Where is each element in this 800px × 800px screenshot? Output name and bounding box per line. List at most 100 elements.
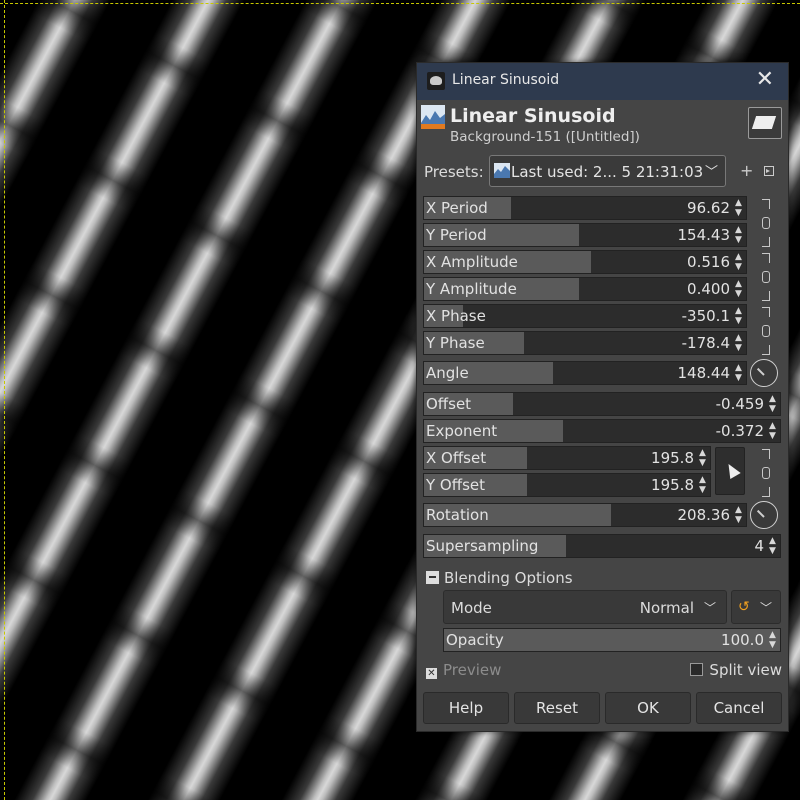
y-phase-value: -178.4	[681, 334, 730, 352]
spin-arrows-icon[interactable]: ▲ ▼	[697, 448, 708, 468]
blending-options-toggle[interactable]: Blending Options	[426, 569, 573, 587]
checkbox-unchecked-icon	[690, 663, 704, 676]
x-phase-spin[interactable]: X Phase -350.1 ▲ ▼	[423, 304, 747, 328]
help-button[interactable]: Help	[423, 692, 509, 724]
angle-label: Angle	[426, 364, 469, 382]
rotation-spin[interactable]: Rotation 208.36 ▲ ▼	[423, 503, 747, 527]
preview-checkbox[interactable]: ✕ Preview	[426, 661, 501, 679]
angle-dial-icon[interactable]	[750, 359, 778, 387]
spin-arrows-icon[interactable]: ▲ ▼	[767, 394, 778, 414]
x-period-label: X Period	[426, 199, 488, 217]
preset-history-icon	[494, 163, 510, 178]
y-offset-value: 195.8	[651, 476, 694, 494]
chevron-down-icon: ﹀	[759, 601, 772, 615]
collapse-icon	[426, 571, 439, 584]
x-offset-label: X Offset	[426, 449, 487, 467]
y-period-label: Y Period	[426, 226, 487, 244]
spin-arrows-icon[interactable]: ▲ ▼	[733, 333, 744, 353]
offset-chain-icon[interactable]	[760, 449, 772, 497]
pick-point-button[interactable]	[715, 447, 745, 495]
spin-arrows-icon[interactable]: ▲ ▼	[767, 421, 778, 441]
exponent-label: Exponent	[426, 422, 498, 440]
composite-mode-combo[interactable]: ↺ ﹀	[731, 590, 781, 624]
split-view-label: Split view	[709, 661, 782, 679]
checkbox-checked-icon: ✕	[426, 668, 437, 679]
y-amplitude-spin[interactable]: Y Amplitude 0.400 ▲ ▼	[423, 277, 747, 301]
add-preset-icon[interactable]: +	[740, 161, 753, 180]
offset-label: Offset	[426, 395, 472, 413]
offset-spin[interactable]: Offset -0.459 ▲ ▼	[423, 392, 781, 416]
x-offset-spin[interactable]: X Offset 195.8 ▲ ▼	[423, 446, 711, 470]
x-amplitude-value: 0.516	[687, 253, 730, 271]
y-amplitude-label: Y Amplitude	[426, 280, 517, 298]
blending-options-label: Blending Options	[444, 569, 573, 587]
image-thumbnail	[748, 107, 782, 139]
x-period-spin[interactable]: X Period 96.62 ▲ ▼	[423, 196, 747, 220]
y-phase-label: Y Phase	[426, 334, 485, 352]
angle-spin[interactable]: Angle 148.44 ▲ ▼	[423, 361, 747, 385]
presets-label: Presets:	[424, 163, 484, 181]
spin-arrows-icon[interactable]: ▲ ▼	[733, 279, 744, 299]
y-phase-spin[interactable]: Y Phase -178.4 ▲ ▼	[423, 331, 747, 355]
preview-label: Preview	[443, 661, 502, 679]
exponent-value: -0.372	[715, 422, 764, 440]
presets-combo[interactable]: Last used: 2... 5 21:31:03 ﹀	[489, 155, 726, 187]
opacity-spin[interactable]: Opacity 100.0 ▲ ▼	[443, 628, 781, 652]
canvas-boundary-left	[4, 0, 5, 800]
chevron-down-icon: ﹀	[704, 165, 718, 180]
spin-arrows-icon[interactable]: ▲ ▼	[733, 306, 744, 326]
rotation-dial-icon[interactable]	[750, 501, 778, 529]
composite-mode-icon: ↺	[738, 599, 750, 615]
ok-button[interactable]: OK	[605, 692, 691, 724]
window-title: Linear Sinusoid	[452, 72, 560, 88]
supersampling-value: 4	[754, 537, 764, 555]
mode-combo[interactable]: Mode Normal ﹀	[443, 590, 727, 624]
opacity-value: 100.0	[721, 631, 764, 649]
rotation-value: 208.36	[677, 506, 731, 524]
rotation-label: Rotation	[426, 506, 489, 524]
close-icon[interactable]: ✕	[756, 69, 774, 91]
supersampling-label: Supersampling	[426, 537, 539, 555]
spin-arrows-icon[interactable]: ▲ ▼	[733, 225, 744, 245]
header-subtitle: Background-151 ([Untitled])	[450, 129, 640, 145]
phase-chain-icon[interactable]	[760, 307, 772, 355]
mode-label: Mode	[451, 599, 492, 617]
y-amplitude-value: 0.400	[687, 280, 730, 298]
x-phase-label: X Phase	[426, 307, 486, 325]
y-period-spin[interactable]: Y Period 154.43 ▲ ▼	[423, 223, 747, 247]
filter-icon	[421, 105, 445, 129]
header-title: Linear Sinusoid	[450, 105, 616, 127]
y-period-value: 154.43	[677, 226, 731, 244]
angle-value: 148.44	[677, 364, 731, 382]
x-offset-value: 195.8	[651, 449, 694, 467]
y-offset-label: Y Offset	[426, 476, 485, 494]
mode-value: Normal	[639, 599, 694, 617]
split-view-checkbox[interactable]: Split view	[690, 661, 782, 679]
opacity-label: Opacity	[446, 631, 504, 649]
cancel-button[interactable]: Cancel	[696, 692, 782, 724]
pointer-icon	[723, 460, 741, 480]
presets-value: Last used: 2... 5 21:31:03	[511, 163, 704, 181]
offset-value: -0.459	[715, 395, 764, 413]
spin-arrows-icon[interactable]: ▲ ▼	[697, 475, 708, 495]
amplitude-chain-icon[interactable]	[760, 253, 772, 301]
x-phase-value: -350.1	[681, 307, 730, 325]
x-period-value: 96.62	[687, 199, 730, 217]
spin-arrows-icon[interactable]: ▲ ▼	[733, 505, 744, 525]
y-offset-spin[interactable]: Y Offset 195.8 ▲ ▼	[423, 473, 711, 497]
exponent-spin[interactable]: Exponent -0.372 ▲ ▼	[423, 419, 781, 443]
gimp-app-icon	[427, 72, 445, 90]
spin-arrows-icon[interactable]: ▲ ▼	[733, 252, 744, 272]
reset-button[interactable]: Reset	[514, 692, 600, 724]
x-amplitude-spin[interactable]: X Amplitude 0.516 ▲ ▼	[423, 250, 747, 274]
dialog-titlebar[interactable]: Linear Sinusoid ✕	[417, 63, 788, 100]
spin-arrows-icon[interactable]: ▲ ▼	[733, 198, 744, 218]
supersampling-spin[interactable]: Supersampling 4 ▲ ▼	[423, 534, 781, 558]
x-amplitude-label: X Amplitude	[426, 253, 518, 271]
spin-arrows-icon[interactable]: ▲ ▼	[767, 630, 778, 650]
period-chain-icon[interactable]	[760, 199, 772, 247]
preset-menu-icon[interactable]	[764, 166, 774, 176]
chevron-down-icon: ﹀	[703, 601, 716, 615]
spin-arrows-icon[interactable]: ▲ ▼	[767, 536, 778, 556]
spin-arrows-icon[interactable]: ▲ ▼	[733, 363, 744, 383]
